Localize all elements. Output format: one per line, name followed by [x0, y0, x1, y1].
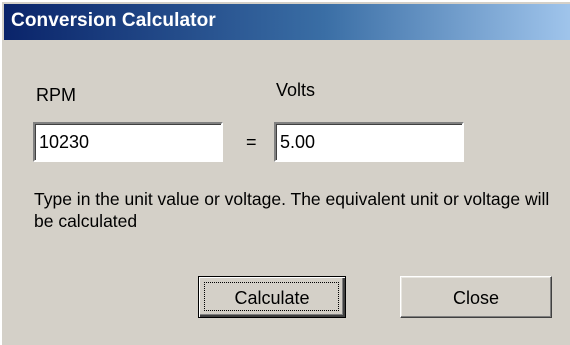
- calculate-button[interactable]: Calculate: [198, 276, 346, 318]
- rpm-label: RPM: [36, 85, 76, 105]
- equals-sign: =: [246, 132, 257, 152]
- dialog-window: Conversion Calculator RPM Volts 10230 = …: [0, 0, 570, 345]
- calculate-button-label: Calculate: [234, 288, 310, 308]
- window-frame-top: [0, 0, 570, 2]
- rpm-input-value: 10230: [39, 132, 90, 152]
- window-title: Conversion Calculator: [11, 10, 216, 31]
- close-button-label: Close: [452, 288, 500, 308]
- rpm-input[interactable]: 10230: [33, 122, 223, 162]
- window-frame-left: [0, 0, 2, 345]
- help-text: Type in the unit value or voltage. The e…: [34, 189, 550, 231]
- volts-input[interactable]: 5.00: [274, 122, 464, 162]
- volts-label: Volts: [276, 80, 316, 100]
- volts-input-value: 5.00: [280, 132, 316, 152]
- close-button[interactable]: Close: [400, 276, 552, 318]
- title-bar[interactable]: Conversion Calculator: [4, 4, 570, 40]
